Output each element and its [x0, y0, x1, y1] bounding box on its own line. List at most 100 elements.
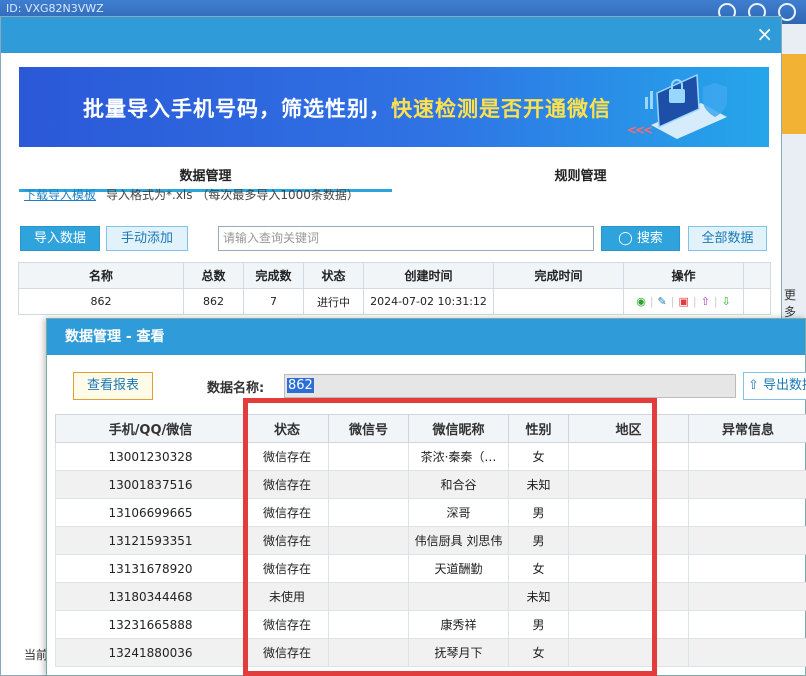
cell-region — [568, 582, 689, 611]
cell-phone: 13231665888 — [55, 610, 246, 639]
table-row[interactable]: 862 862 7 进行中 2024-07-02 10:31:12 ◉ | ✎ … — [18, 288, 771, 315]
download-icon[interactable]: ⇩ — [722, 295, 731, 308]
table-row[interactable]: 13231665888 微信存在 康秀祥 男 — [55, 610, 806, 639]
cell-phone: 13121593351 — [55, 526, 246, 555]
cell-error — [688, 498, 806, 527]
cell-error — [688, 610, 806, 639]
cell-finished — [493, 288, 624, 315]
banner-text-main: 批量导入手机号码，筛选性别， — [83, 97, 391, 121]
column-header: 微信号 — [328, 414, 409, 443]
export-data-button[interactable]: ⇧ 导出数据 — [743, 372, 806, 400]
manual-add-button[interactable]: 手动添加 — [106, 226, 188, 251]
cell-wxid — [328, 638, 409, 667]
tab-rule-management[interactable]: 规则管理 — [392, 164, 769, 192]
cell-status: 微信存在 — [245, 442, 329, 471]
column-header: 异常信息 — [688, 414, 806, 443]
table-header-row: 名称 总数 完成数 状态 创建时间 完成时间 操作 — [18, 262, 771, 289]
share-icon[interactable]: ⇧ — [701, 295, 710, 308]
result-header-row: 手机/QQ/微信 状态 微信号 微信昵称 性别 地区 异常信息 — [55, 414, 806, 443]
cell-wxid — [328, 554, 409, 583]
search-button-label: 搜索 — [636, 231, 663, 246]
cell-status: 微信存在 — [245, 470, 329, 499]
cell-region — [568, 526, 689, 555]
more-link[interactable]: 更多 — [784, 286, 806, 320]
table-row[interactable]: 13241880036 微信存在 抚琴月下 女 — [55, 638, 806, 667]
cell-status: 进行中 — [303, 288, 364, 315]
cell-error — [688, 582, 806, 611]
column-header: 总数 — [183, 262, 244, 289]
cell-error — [688, 442, 806, 471]
device-id-text: ID: VXG82N3VWZ — [6, 2, 104, 15]
cell-name: 862 — [18, 288, 184, 315]
column-header: 状态 — [245, 414, 329, 443]
cell-region — [568, 638, 689, 667]
cell-blank — [743, 288, 771, 315]
cell-done: 7 — [243, 288, 304, 315]
import-format-hint: 导入格式为*.xls （每次最多导入1000条数据） — [106, 188, 359, 202]
cell-nickname: 天道酬勤 — [408, 554, 509, 583]
column-header: 完成数 — [243, 262, 304, 289]
cell-phone: 13131678920 — [55, 554, 246, 583]
cell-nickname: 茶浓·秦秦（… — [408, 442, 509, 471]
table-row[interactable]: 13131678920 微信存在 天道酬勤 女 — [55, 554, 806, 583]
promo-banner: 批量导入手机号码，筛选性别，快速检测是否开通微信 <<< — [19, 67, 769, 147]
cell-nickname: 和合谷 — [408, 470, 509, 499]
cell-wxid — [328, 498, 409, 527]
table-row[interactable]: 13001837516 微信存在 和合谷 未知 — [55, 470, 806, 499]
column-header: 操作 — [623, 262, 744, 289]
cell-gender: 女 — [508, 442, 569, 471]
cell-error — [688, 526, 806, 555]
cell-actions: ◉ | ✎ | ▣ | ⇧ | ⇩ — [623, 288, 744, 315]
column-header: 状态 — [303, 262, 364, 289]
column-header: 手机/QQ/微信 — [55, 414, 246, 443]
cell-status: 微信存在 — [245, 498, 329, 527]
cell-gender: 女 — [508, 554, 569, 583]
table-row[interactable]: 13121593351 微信存在 伟信厨具 刘思伟 男 — [55, 526, 806, 555]
cell-total: 862 — [183, 288, 244, 315]
banner-title: 批量导入手机号码，筛选性别，快速检测是否开通微信 — [83, 93, 611, 123]
search-button[interactable]: ◯ 搜索 — [601, 226, 680, 251]
cell-status: 微信存在 — [245, 554, 329, 583]
table-row[interactable]: 13180344468 未使用 未知 — [55, 582, 806, 611]
column-header: 完成时间 — [493, 262, 624, 289]
cell-gender: 未知 — [508, 582, 569, 611]
cell-gender: 女 — [508, 638, 569, 667]
cell-gender: 未知 — [508, 470, 569, 499]
cell-phone: 13001837516 — [55, 470, 246, 499]
download-template-link[interactable]: 下载导入模板 — [24, 188, 96, 202]
cell-wxid — [328, 470, 409, 499]
security-laptop-illustration — [645, 73, 727, 139]
export-icon: ⇧ — [748, 378, 759, 393]
cell-region — [568, 470, 689, 499]
cell-nickname: 深哥 — [408, 498, 509, 527]
view-icon[interactable]: ◉ — [636, 295, 646, 308]
cell-gender: 男 — [508, 498, 569, 527]
cell-phone: 13106699665 — [55, 498, 246, 527]
column-header: 性别 — [508, 414, 569, 443]
data-name-field[interactable]: 862 — [284, 374, 736, 398]
data-list-table: 名称 总数 完成数 状态 创建时间 完成时间 操作 862 862 7 进行中 … — [18, 262, 771, 315]
cell-region — [568, 554, 689, 583]
column-header: 地区 — [568, 414, 689, 443]
column-header: 创建时间 — [363, 262, 494, 289]
cell-wxid — [328, 610, 409, 639]
all-data-button[interactable]: 全部数据 — [688, 226, 767, 251]
search-input[interactable]: 请输入查询关键词 — [218, 226, 594, 251]
table-row[interactable]: 13001230328 微信存在 茶浓·秦秦（… 女 — [55, 442, 806, 471]
table-row[interactable]: 13106699665 微信存在 深哥 男 — [55, 498, 806, 527]
cell-gender: 男 — [508, 610, 569, 639]
cell-gender: 男 — [508, 526, 569, 555]
view-report-button[interactable]: 查看报表 — [73, 372, 153, 400]
cell-region — [568, 610, 689, 639]
import-data-button[interactable]: 导入数据 — [20, 226, 100, 251]
delete-icon[interactable]: ▣ — [678, 295, 688, 308]
edit-icon[interactable]: ✎ — [658, 295, 667, 308]
search-icon: ◯ — [618, 231, 633, 246]
cell-created: 2024-07-02 10:31:12 — [363, 288, 494, 315]
data-name-value: 862 — [287, 378, 314, 393]
cell-nickname: 抚琴月下 — [408, 638, 509, 667]
cell-phone: 13001230328 — [55, 442, 246, 471]
view-dialog: 数据管理 - 查看 查看报表 数据名称: 862 ⇧ 导出数据 手机/QQ/微信… — [46, 318, 806, 676]
close-icon[interactable]: × — [756, 23, 773, 45]
banner-text-highlight: 快速检测是否开通微信 — [391, 97, 611, 121]
